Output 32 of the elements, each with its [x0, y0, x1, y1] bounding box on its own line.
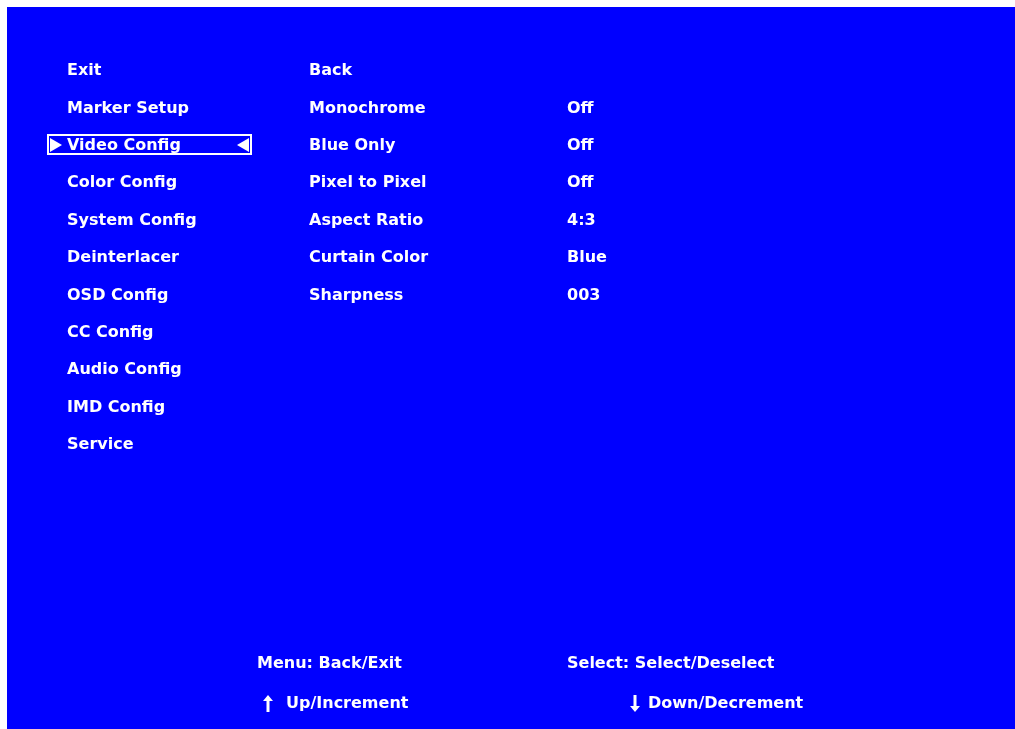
setting-label[interactable]: Curtain Color — [309, 245, 567, 270]
hint-text: Select: Select/Deselect — [567, 652, 775, 674]
menu-item[interactable]: Audio Config — [47, 358, 252, 380]
menu-item[interactable]: Deinterlacer — [47, 246, 252, 268]
setting-value: Off — [567, 133, 594, 156]
menu-item[interactable]: Exit — [47, 59, 252, 81]
hint-text: Up/Increment — [286, 692, 410, 714]
setting-value: 4:3 — [567, 208, 596, 231]
setting-value: Blue — [567, 246, 607, 269]
hint-text: Down/Decrement — [648, 692, 804, 714]
hint-text: Menu: Back/Exit — [257, 652, 403, 674]
right-triangle-icon — [50, 137, 62, 152]
setting-label[interactable]: Back — [309, 58, 567, 83]
setting-label[interactable]: Blue Only — [309, 132, 567, 157]
menu-item[interactable]: System Config — [47, 209, 252, 231]
menu-item[interactable]: Service — [47, 433, 252, 455]
menu-item[interactable]: CC Config — [47, 321, 252, 343]
setting-label[interactable]: Sharpness — [309, 282, 567, 307]
setting-value: Off — [567, 171, 594, 194]
setting-value: Off — [567, 96, 594, 119]
menu-item[interactable]: Video Config — [47, 134, 252, 156]
menu-item[interactable]: OSD Config — [47, 284, 252, 306]
setting-label[interactable]: Pixel to Pixel — [309, 170, 567, 195]
setting-label[interactable]: Aspect Ratio — [309, 207, 567, 232]
down-arrow-icon — [630, 694, 640, 712]
setting-value: 003 — [567, 283, 601, 306]
menu-item[interactable]: Color Config — [47, 171, 252, 193]
menu-item[interactable]: Marker Setup — [47, 97, 252, 119]
left-triangle-icon — [237, 137, 249, 152]
up-arrow-icon — [263, 694, 273, 712]
menu-item[interactable]: IMD Config — [47, 396, 252, 418]
setting-label[interactable]: Monochrome — [309, 95, 567, 120]
